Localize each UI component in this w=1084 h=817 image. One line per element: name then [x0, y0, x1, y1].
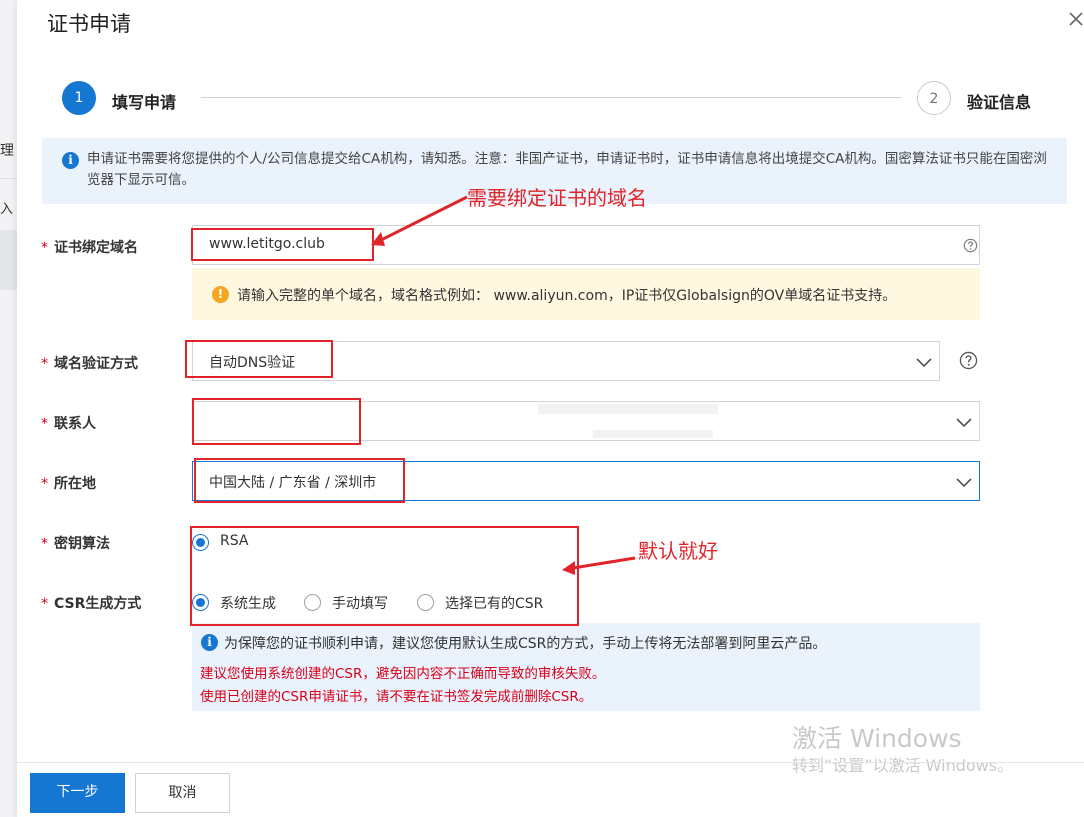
- dialog-title: 证书申请: [47, 12, 131, 36]
- background-page: 理 入: [0, 0, 17, 817]
- csr-method-field-label: * CSR生成方式: [41, 593, 141, 613]
- background-block: [0, 230, 17, 290]
- annotation-text-default: 默认就好: [638, 539, 718, 563]
- csr-notice-box: i 为保障您的证书顺利申请，建议您使用默认生成CSR的方式，手动上传将无法部署到…: [192, 623, 980, 711]
- warning-icon: !: [212, 286, 229, 303]
- location-field-label: * 所在地: [41, 473, 96, 493]
- required-mark: *: [41, 536, 48, 552]
- required-mark: *: [41, 416, 48, 432]
- annotation-text-domain: 需要绑定证书的域名: [467, 186, 647, 210]
- footer-divider: [17, 762, 1084, 763]
- info-icon: i: [62, 152, 79, 169]
- background-text-fragment: 理: [0, 143, 14, 159]
- help-icon[interactable]: [959, 351, 978, 370]
- key-algorithm-field-label: * 密钥算法: [41, 533, 110, 553]
- background-divider: [0, 178, 17, 179]
- windows-watermark-subtitle: 转到“设置”以激活 Windows。: [792, 756, 1014, 775]
- arrow-line-default: [572, 556, 636, 570]
- required-mark: *: [41, 240, 48, 256]
- contact-field-label: * 联系人: [41, 413, 96, 433]
- csr-notice-line2: 建议您使用系统创建的CSR，避免因内容不正确而导致的审核失败。: [200, 666, 606, 682]
- background-text-fragment: 入: [0, 202, 14, 217]
- annotation-box-location: [194, 458, 405, 503]
- required-mark: *: [41, 356, 48, 372]
- windows-watermark-title: 激活 Windows: [792, 724, 962, 753]
- required-mark: *: [41, 596, 48, 612]
- annotation-box-domain: [191, 228, 374, 261]
- chevron-down-icon: [916, 358, 932, 368]
- step-connector: [201, 97, 901, 98]
- chevron-down-icon: [956, 418, 972, 428]
- annotation-box-defaults: [190, 526, 579, 626]
- location-label-text: 所在地: [54, 476, 96, 492]
- key-algorithm-label-text: 密钥算法: [54, 536, 110, 552]
- step-1-indicator: 1: [62, 81, 96, 115]
- domain-hint-text: 请输入完整的单个域名，域名格式例如： www.aliyun.com，IP证书仅G…: [237, 288, 897, 304]
- redacted-blur: [593, 430, 713, 438]
- step-2-indicator: 2: [917, 81, 951, 115]
- step-2-label: 验证信息: [967, 93, 1032, 112]
- info-icon: i: [201, 634, 218, 651]
- cancel-button[interactable]: 取消: [135, 773, 230, 813]
- required-mark: *: [41, 476, 48, 492]
- domain-field-label: * 证书绑定域名: [41, 237, 138, 257]
- csr-notice-line1: 为保障您的证书顺利申请，建议您使用默认生成CSR的方式，手动上传将无法部署到阿里…: [224, 636, 827, 652]
- annotation-box-verify: [185, 340, 333, 378]
- contact-label-text: 联系人: [54, 416, 96, 432]
- csr-notice-line3: 使用已创建的CSR申请证书，请不要在证书签发完成前删除CSR。: [200, 689, 593, 705]
- close-icon[interactable]: [1067, 10, 1084, 28]
- csr-method-label-text: CSR生成方式: [54, 596, 142, 612]
- help-icon[interactable]: [963, 238, 978, 253]
- redacted-blur: [538, 404, 718, 414]
- step-1-label: 填写申请: [112, 93, 177, 112]
- domain-label-text: 证书绑定域名: [54, 240, 138, 256]
- annotation-box-contact: [192, 398, 361, 445]
- domain-hint-box: ! 请输入完整的单个域名，域名格式例如： www.aliyun.com，IP证书…: [192, 268, 980, 320]
- chevron-down-icon: [956, 478, 972, 488]
- next-step-button[interactable]: 下一步: [30, 773, 125, 813]
- verify-method-label-text: 域名验证方式: [54, 356, 138, 372]
- verify-method-field-label: * 域名验证方式: [41, 353, 138, 373]
- certificate-request-drawer: 证书申请 1 填写申请 2 验证信息 i 申请证书需要将您提供的个人/公司信息提…: [17, 0, 1084, 817]
